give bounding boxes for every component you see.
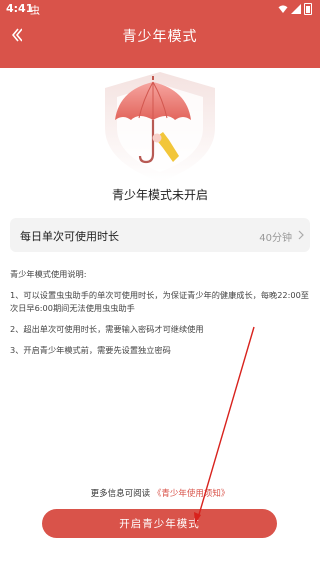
enable-youth-mode-button[interactable]: 开启青少年模式: [42, 509, 277, 538]
battery-icon: [304, 3, 312, 15]
page-title: 青少年模式: [122, 29, 198, 45]
nav-bar: 青少年模式: [0, 22, 320, 48]
instruction-item: 2、超出单次可使用时长，需要输入密码才可继续使用: [10, 324, 204, 334]
app-notification-icon: 虫: [30, 6, 40, 17]
instruction-item: 1、可以设置虫虫助手的单次可使用时长，为保证青少年的健康成长，每晚22:00至次…: [10, 290, 309, 313]
footer-note: 更多信息可阅读 《青少年使用须知》: [0, 487, 320, 499]
status-bar: 4:41 虫: [0, 0, 320, 18]
umbrella-shield-icon: [105, 72, 215, 182]
instructions-section: 青少年模式使用说明: 1、可以设置虫虫助手的单次可使用时长，为保证青少年的健康成…: [10, 268, 310, 365]
youth-guidelines-link[interactable]: 《青少年使用须知》: [153, 489, 230, 499]
mode-status-text: 青少年模式未开启: [111, 188, 208, 202]
header-bar: 4:41 虫 青少年模式: [0, 0, 320, 68]
signal-icon: [291, 4, 301, 14]
setting-label: 每日单次可使用时长: [20, 230, 119, 243]
chevron-right-icon: [298, 230, 304, 240]
instructions-heading: 青少年模式使用说明:: [10, 269, 87, 279]
instruction-item: 3、开启青少年模式前，需要先设置独立密码: [10, 345, 171, 355]
status-icons: [278, 3, 312, 15]
daily-usage-duration-row[interactable]: 每日单次可使用时长 40分钟: [10, 218, 310, 252]
setting-value: 40分钟: [259, 233, 292, 244]
footer-prefix: 更多信息可阅读: [90, 489, 151, 499]
wifi-icon: [278, 5, 288, 13]
